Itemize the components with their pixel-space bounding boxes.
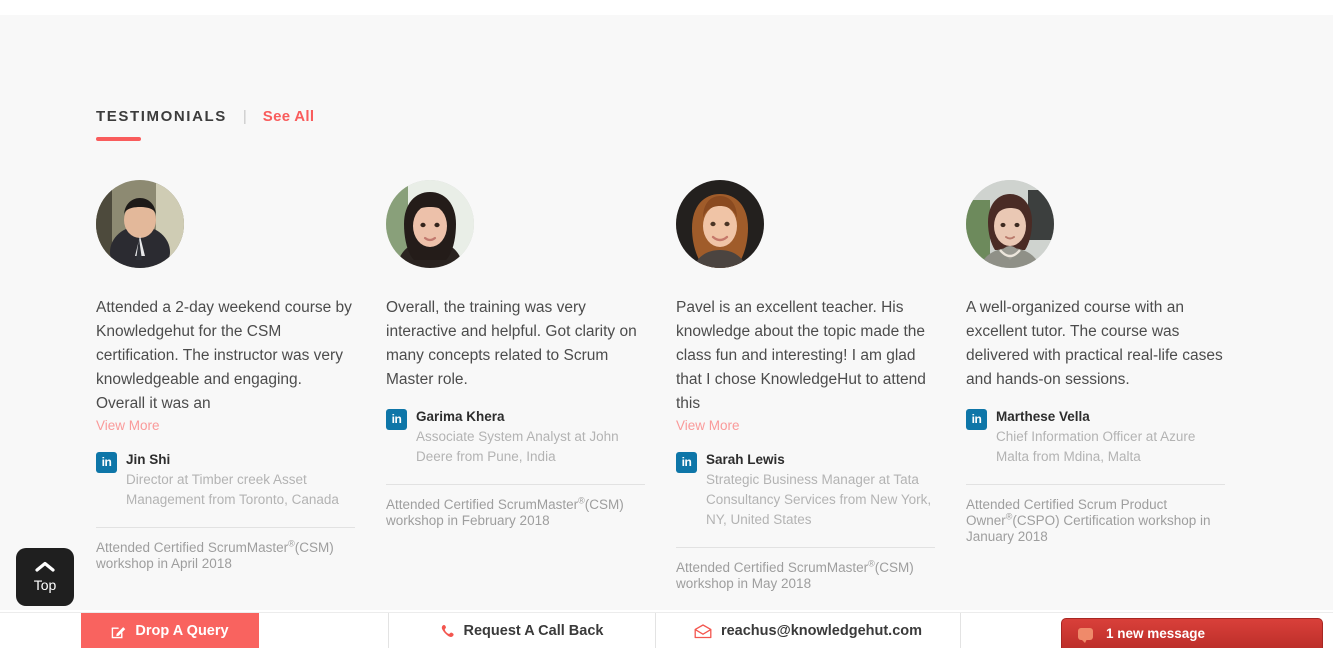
- avatar-marthese-vella: [966, 180, 1054, 268]
- bottom-bar-gap: [259, 613, 389, 648]
- testimonial-quote: Attended a 2-day weekend course by Knowl…: [96, 299, 352, 412]
- author-name: Jin Shi: [126, 452, 171, 467]
- email-us-label: reachus@knowledgehut.com: [720, 623, 923, 639]
- linkedin-icon[interactable]: in: [386, 409, 407, 430]
- course-pre: Attended Certified ScrumMaster: [676, 560, 869, 575]
- testimonials-grid: Attended a 2-day weekend course by Knowl…: [96, 180, 1256, 592]
- view-more-link[interactable]: View More: [676, 417, 740, 435]
- chat-bubble-icon: [1078, 627, 1093, 643]
- scroll-to-top-button[interactable]: Top: [16, 548, 74, 606]
- testimonial-author: in Garima Khera Associate System Analyst…: [386, 407, 645, 467]
- drop-a-query-label: Drop A Query: [135, 623, 229, 639]
- card-divider: [966, 484, 1225, 485]
- linkedin-icon[interactable]: in: [966, 409, 987, 430]
- course-info: Attended Certified ScrumMaster®(CSM) wor…: [676, 558, 935, 592]
- testimonial-author: in Marthese Vella Chief Information Offi…: [966, 407, 1225, 467]
- phone-icon: [441, 624, 455, 639]
- envelope-icon: [694, 623, 712, 639]
- avatar-sarah-lewis: [676, 180, 764, 268]
- course-info: Attended Certified Scrum Product Owner®(…: [966, 497, 1225, 545]
- card-divider: [96, 527, 355, 528]
- card-divider: [676, 547, 935, 548]
- testimonial-author: in Sarah Lewis Strategic Business Manage…: [676, 450, 935, 530]
- testimonial-card: A well-organized course with an excellen…: [966, 180, 1256, 592]
- author-role: Associate System Analyst at John Deere f…: [416, 429, 619, 464]
- linkedin-icon[interactable]: in: [96, 452, 117, 473]
- avatar-garima-khera: [386, 180, 474, 268]
- page-title: TESTIMONIALS: [96, 108, 227, 125]
- scroll-to-top-label: Top: [33, 576, 57, 593]
- registered-mark: ®: [578, 495, 585, 506]
- author-role: Chief Information Officer at Azure Malta…: [996, 429, 1196, 464]
- author-name: Sarah Lewis: [706, 452, 785, 467]
- registered-mark: ®: [288, 538, 295, 549]
- testimonial-author: in Jin Shi Director at Timber creek Asse…: [96, 450, 355, 510]
- chevron-up-icon: [35, 561, 55, 574]
- testimonial-quote: Overall, the training was very interacti…: [386, 299, 637, 388]
- testimonials-heading-row: TESTIMONIALS | See All: [96, 108, 314, 125]
- author-role: Director at Timber creek Asset Managemen…: [126, 472, 339, 507]
- request-call-back-label: Request A Call Back: [463, 623, 604, 639]
- testimonial-card: Attended a 2-day weekend course by Knowl…: [96, 180, 386, 592]
- see-all-link[interactable]: See All: [263, 108, 315, 125]
- email-us-button[interactable]: reachus@knowledgehut.com: [656, 613, 961, 648]
- course-pre: Attended Certified ScrumMaster: [96, 540, 289, 555]
- heading-underline: [96, 137, 141, 141]
- request-call-back-button[interactable]: Request A Call Back: [389, 613, 656, 648]
- linkedin-icon[interactable]: in: [676, 452, 697, 473]
- chat-widget-button[interactable]: 1 new message: [1061, 618, 1323, 648]
- author-role: Strategic Business Manager at Tata Consu…: [706, 472, 932, 527]
- chat-widget-label: 1 new message: [1106, 626, 1206, 641]
- testimonial-card: Overall, the training was very interacti…: [386, 180, 676, 592]
- view-more-link[interactable]: View More: [96, 417, 160, 435]
- author-name: Marthese Vella: [996, 409, 1090, 424]
- course-info: Attended Certified ScrumMaster®(CSM) wor…: [386, 495, 645, 529]
- testimonial-quote: Pavel is an excellent teacher. His knowl…: [676, 299, 926, 412]
- author-name: Garima Khera: [416, 409, 505, 424]
- registered-mark: ®: [868, 558, 875, 569]
- avatar-jin-shi: [96, 180, 184, 268]
- pencil-square-icon: [111, 624, 126, 639]
- page-root: TESTIMONIALS | See All Attended a 2-day …: [0, 0, 1333, 648]
- course-info: Attended Certified ScrumMaster®(CSM) wor…: [96, 538, 355, 572]
- bottom-bar-left-spacer: [0, 613, 81, 648]
- course-pre: Attended Certified ScrumMaster: [386, 497, 579, 512]
- card-divider: [386, 484, 645, 485]
- testimonial-quote: A well-organized course with an excellen…: [966, 299, 1223, 388]
- heading-separator: |: [242, 108, 247, 125]
- testimonial-card: Pavel is an excellent teacher. His knowl…: [676, 180, 966, 592]
- drop-a-query-button[interactable]: Drop A Query: [81, 613, 259, 648]
